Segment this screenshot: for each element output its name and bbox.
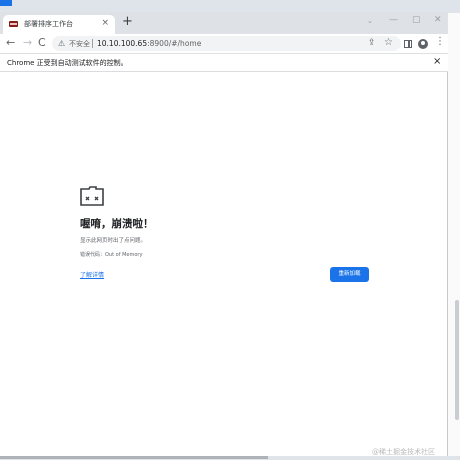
profile-avatar-icon[interactable] xyxy=(418,39,428,49)
automation-infobar: Chrome 正受到自动测试软件的控制。 × xyxy=(0,53,448,72)
error-code: 错误代码：Out of Memory xyxy=(80,252,143,258)
warning-icon[interactable]: ⚠ xyxy=(58,39,65,48)
watermark-text: @稀土掘金技术社区 xyxy=(372,448,435,456)
error-description: 显示此网页时出了点问题。 xyxy=(80,238,147,244)
url-host: 10.10.100.65 xyxy=(97,39,148,48)
infobar-message: Chrome 正受到自动测试软件的控制。 xyxy=(7,59,128,67)
error-title: 喔唷，崩溃啦！ xyxy=(80,218,154,230)
favicon-icon xyxy=(9,21,18,27)
share-icon[interactable]: ⇪ xyxy=(368,38,376,48)
title-bar: 部署排序工作台 × + ⌄ — ▢ ✕ xyxy=(0,12,448,34)
tab-search-chevron-icon[interactable]: ⌄ xyxy=(367,15,373,27)
crashed-folder-icon xyxy=(80,186,104,206)
back-button[interactable]: ← xyxy=(6,36,15,50)
browser-toolbar: ← → C ⚠ 不安全 10.10.100.65:8900/#/home ⇪ ☆… xyxy=(0,34,448,53)
desktop-taskbar-accent xyxy=(0,0,12,6)
address-bar[interactable]: ⚠ 不安全 10.10.100.65:8900/#/home ⇪ ☆ xyxy=(52,36,401,51)
vertical-scrollbar[interactable] xyxy=(455,300,459,420)
learn-more-link[interactable]: 了解详情 xyxy=(80,270,104,279)
tab-close-icon[interactable]: × xyxy=(101,18,109,28)
url-text[interactable]: 10.10.100.65:8900/#/home xyxy=(97,39,201,48)
url-path: :8900/#/home xyxy=(147,39,202,48)
menu-icon[interactable]: ⋮ xyxy=(435,36,445,48)
close-window-button[interactable]: ✕ xyxy=(434,14,442,26)
infobar-close-icon[interactable]: × xyxy=(433,56,441,68)
forward-button[interactable]: → xyxy=(23,36,32,50)
new-tab-button[interactable]: + xyxy=(122,15,133,29)
minimize-button[interactable]: — xyxy=(389,14,398,26)
maximize-button[interactable]: ▢ xyxy=(412,14,421,26)
tab-title: 部署排序工作台 xyxy=(24,20,73,28)
bookmark-star-icon[interactable]: ☆ xyxy=(384,37,393,48)
reload-page-button[interactable]: 重新加载 xyxy=(330,267,369,282)
side-panel-icon[interactable] xyxy=(404,40,412,48)
browser-window: 部署排序工作台 × + ⌄ — ▢ ✕ ← → C ⚠ 不安全 10.10.10… xyxy=(0,12,448,457)
horizontal-scrollbar[interactable] xyxy=(0,456,268,459)
reload-button[interactable]: C xyxy=(38,36,46,50)
tab-active[interactable]: 部署排序工作台 × xyxy=(3,15,115,34)
insecure-label[interactable]: 不安全 xyxy=(69,39,90,49)
address-divider xyxy=(92,39,93,48)
